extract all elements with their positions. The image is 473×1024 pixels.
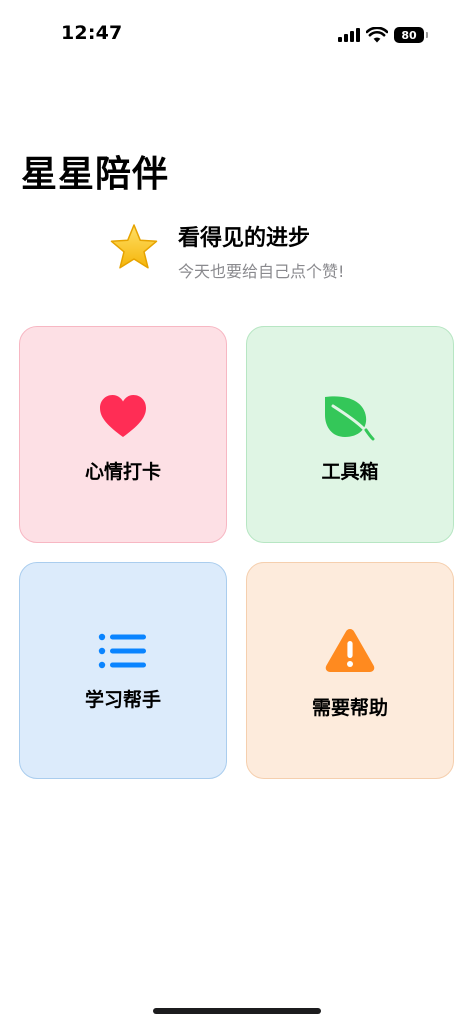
heart-icon: [100, 395, 146, 437]
status-bar: 12:47 80: [0, 0, 473, 70]
card-label: 学习帮手: [84, 689, 161, 711]
battery-level: 80: [401, 28, 417, 42]
star-icon: [110, 224, 158, 269]
study-helper-card[interactable]: 学习帮手: [19, 562, 227, 779]
banner-title: 看得见的进步: [178, 226, 311, 251]
warning-icon: [325, 629, 375, 672]
card-label: 需要帮助: [311, 697, 388, 719]
leaf-icon: [325, 396, 375, 441]
card-label: 工具箱: [321, 461, 379, 483]
banner-subtitle: 今天也要给自己点个赞!: [178, 262, 345, 281]
status-icons: 80: [338, 24, 428, 46]
list-icon: [98, 633, 146, 669]
card-label: 心情打卡: [84, 461, 161, 483]
toolbox-card[interactable]: 工具箱: [246, 326, 454, 543]
wifi-icon: [366, 27, 388, 43]
battery-icon: 80: [394, 27, 428, 43]
status-time: 12:47: [61, 22, 123, 44]
cellular-signal-icon: [338, 28, 360, 42]
home-indicator[interactable]: [153, 1008, 321, 1014]
mood-checkin-card[interactable]: 心情打卡: [19, 326, 227, 543]
page-title: 星星陪伴: [21, 154, 170, 195]
need-help-card[interactable]: 需要帮助: [246, 562, 454, 779]
